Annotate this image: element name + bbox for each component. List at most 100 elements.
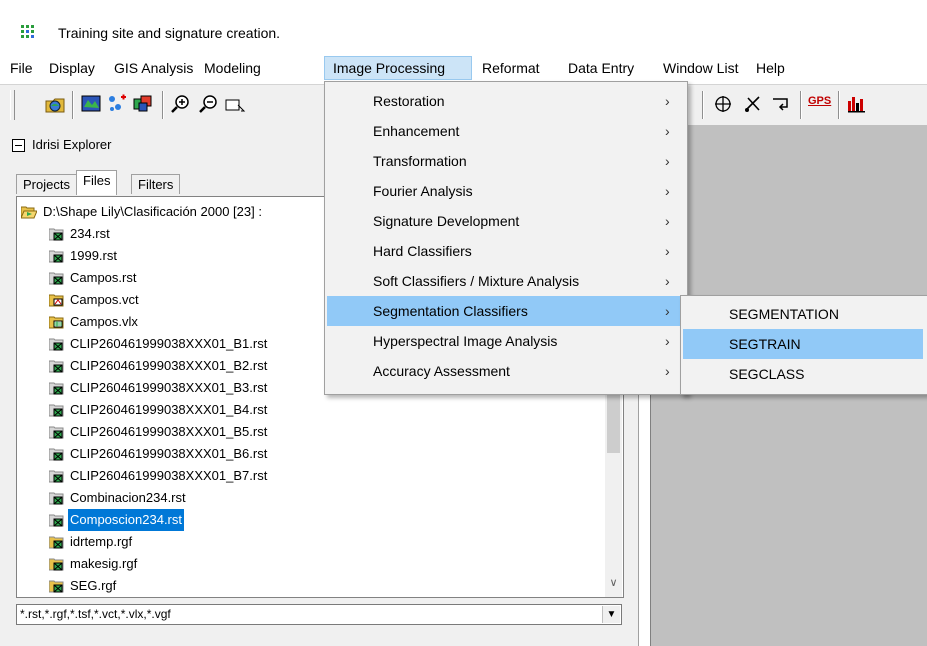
zoom-window-icon[interactable] xyxy=(224,93,246,115)
chevron-right-icon: › xyxy=(665,243,670,259)
menu-item-restoration[interactable]: Restoration › xyxy=(327,86,683,116)
menu-item-label: Enhancement xyxy=(373,123,460,139)
title-bar: Training site and signature creation. xyxy=(0,0,927,46)
menu-item-signature-development[interactable]: Signature Development › xyxy=(327,206,683,236)
menu-item-accuracy-assessment[interactable]: Accuracy Assessment › xyxy=(327,356,683,386)
open-file-icon[interactable] xyxy=(44,93,66,115)
rst-file-icon xyxy=(49,228,64,241)
menu-item-hyperspectral-image-analysis[interactable]: Hyperspectral Image Analysis › xyxy=(327,326,683,356)
toolbar-separator xyxy=(702,91,703,119)
zoom-out-icon[interactable] xyxy=(198,93,220,115)
file-name: makesig.rgf xyxy=(70,556,138,571)
file-name: CLIP260461999038XXX01_B4.rst xyxy=(70,402,268,417)
menu-item-segmentation-classifiers[interactable]: Segmentation Classifiers › xyxy=(327,296,683,326)
chevron-right-icon: › xyxy=(665,213,670,229)
menu-display[interactable]: Display xyxy=(41,56,103,80)
composite-icon[interactable] xyxy=(106,93,128,115)
chevron-down-icon[interactable]: ▼ xyxy=(602,606,620,623)
menu-item-segtrain[interactable]: SEGTRAIN xyxy=(683,329,923,359)
scroll-down-icon[interactable]: ∨ xyxy=(605,575,622,592)
window-title: Training site and signature creation. xyxy=(58,25,281,41)
chevron-right-icon: › xyxy=(665,333,670,349)
menu-item-label: Soft Classifiers / Mixture Analysis xyxy=(373,273,580,289)
vct-file-icon xyxy=(49,294,64,307)
chevron-right-icon: › xyxy=(665,123,670,139)
rst-file-icon xyxy=(49,272,64,285)
rst-file-icon xyxy=(49,448,64,461)
menu-image-processing[interactable]: Image Processing xyxy=(324,56,472,80)
menu-item-transformation[interactable]: Transformation › xyxy=(327,146,683,176)
rgf-file-icon xyxy=(49,580,64,593)
file-name: CLIP260461999038XXX01_B5.rst xyxy=(70,424,268,439)
open-folder-icon xyxy=(21,206,37,219)
menu-item-label: Transformation xyxy=(373,153,467,169)
file-name: Combinacion234.rst xyxy=(70,490,186,505)
rst-file-icon xyxy=(49,404,64,417)
display-map-icon[interactable] xyxy=(80,93,102,115)
menu-item-enhancement[interactable]: Enhancement › xyxy=(327,116,683,146)
file-name: idrtemp.rgf xyxy=(70,534,133,549)
app-icon xyxy=(21,25,34,38)
file-name: CLIP260461999038XXX01_B6.rst xyxy=(70,446,268,461)
menu-item-label: SEGTRAIN xyxy=(729,336,801,352)
file-name: CLIP260461999038XXX01_B2.rst xyxy=(70,358,268,373)
toolbar-separator xyxy=(838,91,839,119)
folder-path: D:\Shape Lily\Clasificación 2000 [23] : xyxy=(43,204,262,219)
rgf-file-icon xyxy=(49,558,64,571)
menu-item-label: SEGMENTATION xyxy=(729,306,839,322)
menu-file[interactable]: File xyxy=(2,56,41,80)
menu-item-label: Restoration xyxy=(373,93,445,109)
rst-file-icon xyxy=(49,492,64,505)
rst-file-icon xyxy=(49,470,64,483)
menu-item-label: Hyperspectral Image Analysis xyxy=(373,333,558,349)
tab-projects[interactable]: Projects xyxy=(16,174,77,194)
tab-files[interactable]: Files xyxy=(76,170,118,195)
chevron-right-icon: › xyxy=(665,153,670,169)
file-name: 1999.rst xyxy=(70,248,117,263)
file-name: SEG.rgf xyxy=(70,578,117,593)
digitize-icon[interactable] xyxy=(742,93,764,115)
menu-modeling[interactable]: Modeling xyxy=(196,56,269,80)
layer-properties-icon[interactable] xyxy=(132,93,154,115)
tab-filters[interactable]: Filters xyxy=(131,174,181,194)
chevron-right-icon: › xyxy=(665,183,670,199)
toolbar-separator xyxy=(72,91,73,119)
menu-data-entry[interactable]: Data Entry xyxy=(560,56,642,80)
explorer-title: Idrisi Explorer xyxy=(32,137,112,152)
file-filter-value: *.rst,*.rgf,*.tsf,*.vct,*.vlx,*.vgf xyxy=(20,607,171,621)
image-processing-menu: Restoration › Enhancement › Transformation › F… xyxy=(324,81,688,395)
collapse-icon[interactable] xyxy=(12,139,25,152)
gps-icon[interactable]: GPS xyxy=(808,93,834,115)
menu-item-fourier-analysis[interactable]: Fourier Analysis › xyxy=(327,176,683,206)
chevron-right-icon: › xyxy=(665,273,670,289)
file-name: Campos.vct xyxy=(70,292,139,307)
file-name: Campos.rst xyxy=(70,270,137,285)
menu-window-list[interactable]: Window List xyxy=(655,56,746,80)
menu-item-segmentation[interactable]: SEGMENTATION xyxy=(683,299,923,329)
menu-item-hard-classifiers[interactable]: Hard Classifiers › xyxy=(327,236,683,266)
zoom-in-icon[interactable] xyxy=(170,93,192,115)
menu-item-label: Segmentation Classifiers xyxy=(373,303,528,319)
menu-help[interactable]: Help xyxy=(748,56,793,80)
chevron-right-icon: › xyxy=(665,363,670,379)
rst-file-icon xyxy=(49,250,64,263)
rst-file-icon xyxy=(49,382,64,395)
menu-item-label: Signature Development xyxy=(373,213,520,229)
file-filter-select[interactable]: *.rst,*.rgf,*.tsf,*.vct,*.vlx,*.vgf ▼ xyxy=(16,604,622,625)
menu-item-segclass[interactable]: SEGCLASS xyxy=(683,359,923,389)
chevron-right-icon: › xyxy=(665,93,670,109)
rubber-band-icon[interactable] xyxy=(770,93,792,115)
file-name: Composcion234.rst xyxy=(67,508,185,532)
menu-item-label: SEGCLASS xyxy=(729,366,805,382)
crosshair-icon[interactable] xyxy=(712,93,734,115)
toolbar-gripper[interactable] xyxy=(10,90,15,120)
menu-gis-analysis[interactable]: GIS Analysis xyxy=(106,56,201,80)
rst-file-icon xyxy=(49,514,64,527)
histogram-icon[interactable] xyxy=(846,93,868,115)
menu-item-label: Fourier Analysis xyxy=(373,183,473,199)
segmentation-classifiers-menu: SEGMENTATION SEGTRAIN SEGCLASS xyxy=(680,295,927,395)
menu-reformat[interactable]: Reformat xyxy=(474,56,548,80)
toolbar-separator xyxy=(162,91,163,119)
vlx-file-icon xyxy=(49,316,64,329)
menu-item-soft-classifiers-mixture-analysis[interactable]: Soft Classifiers / Mixture Analysis › xyxy=(327,266,683,296)
